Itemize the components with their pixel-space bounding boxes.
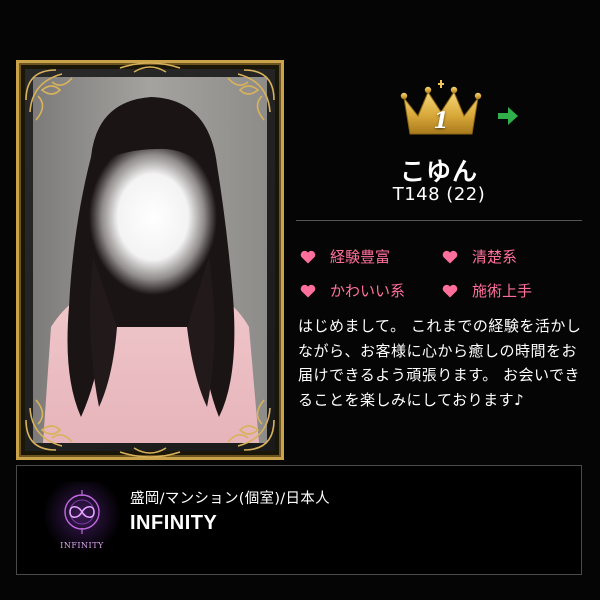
next-arrow[interactable] xyxy=(497,106,519,126)
heart-icon xyxy=(442,284,458,298)
tag-label: 経験豊富 xyxy=(330,248,391,266)
profile-photo-image xyxy=(33,77,267,443)
arrow-right-icon xyxy=(498,107,518,125)
tag-item: 施術上手 xyxy=(442,280,532,301)
photo-frame[interactable] xyxy=(16,60,284,460)
profile-stats: T148 (22) xyxy=(392,184,486,205)
heart-icon xyxy=(442,250,458,264)
shop-name[interactable]: INFINITY xyxy=(130,512,217,535)
rank-badge: 1 xyxy=(398,76,484,138)
tag-item: 経験豊富 xyxy=(300,246,390,267)
profile-photo[interactable] xyxy=(33,77,267,443)
tag-item: 清楚系 xyxy=(442,246,517,267)
shop-meta: 盛岡/マンション(個室)/日本人 xyxy=(130,491,330,507)
profile-page: 1 こゆん T148 (22) 経験豊富 清楚系 かわいい系 施術上手 はじめま… xyxy=(0,0,600,600)
profile-description: はじめまして。 これまでの経験を活かしながら、お客様に心から癒しの時間をお届けで… xyxy=(298,317,582,409)
heart-icon xyxy=(300,250,316,264)
tag-label: 清楚系 xyxy=(472,248,518,266)
tag-label: かわいい系 xyxy=(330,282,406,300)
shop-logo-text: INFINITY xyxy=(60,541,104,550)
tag-label: 施術上手 xyxy=(472,282,533,300)
rank-number: 1 xyxy=(433,108,449,134)
tag-item: かわいい系 xyxy=(300,280,405,301)
heart-icon xyxy=(300,284,316,298)
profile-name: こゆん xyxy=(399,157,478,186)
divider xyxy=(296,220,582,221)
shop-card[interactable]: INFINITY 盛岡/マンション(個室)/日本人 INFINITY xyxy=(16,465,582,575)
shop-logo[interactable]: INFINITY xyxy=(43,482,121,560)
